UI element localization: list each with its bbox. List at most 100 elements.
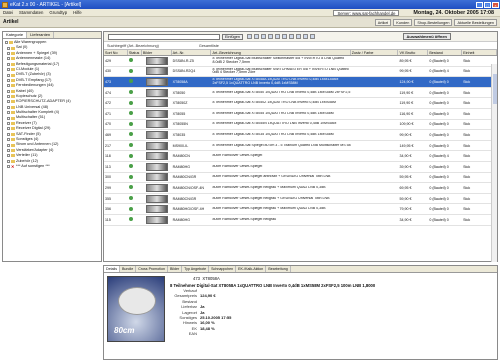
tab-kategorie[interactable]: Kategorie	[3, 32, 28, 38]
table-row[interactable]: 115 RAM80HG 80cm Ramcover Offset-Spiegel h…	[104, 215, 497, 226]
expand-icon[interactable]	[7, 100, 10, 104]
category-panel: Kategorie Lieferanten Alle Warengruppen S…	[2, 31, 102, 262]
table-scrollbar[interactable]	[491, 64, 497, 262]
insert-button[interactable]: Einfügen	[222, 33, 243, 40]
status-cell	[128, 132, 142, 137]
tab-lieferanten[interactable]: Lieferanten	[27, 32, 55, 38]
expand-icon[interactable]	[7, 73, 10, 77]
tab-schnappchen[interactable]: Schnappchen	[209, 266, 237, 272]
search-input[interactable]	[108, 33, 220, 40]
table-row[interactable]: 472 XT8050Z 8 Teilnehmer Digital-Sat XT805…	[104, 98, 497, 109]
expand-icon[interactable]	[7, 105, 10, 109]
filter-icon[interactable]	[289, 34, 294, 39]
expand-icon[interactable]	[7, 111, 10, 115]
col-header-nr[interactable]: Sort No	[104, 50, 128, 55]
print-icon[interactable]	[275, 34, 280, 39]
menu-grundtyp[interactable]: Grundtyp	[46, 10, 70, 15]
down-icon[interactable]	[310, 34, 315, 39]
tab-bearbeitung[interactable]: Bearbeitung	[266, 266, 291, 272]
menu-hilfe[interactable]: Hilfe	[70, 10, 85, 15]
table-row[interactable]: 470 XT8055N 8 Teilnehmer Digital-Sat XT805…	[104, 120, 497, 131]
col-header-vk[interactable]: VK Brutto	[398, 50, 429, 55]
image-cell	[142, 77, 172, 86]
expand-icon[interactable]	[7, 122, 10, 126]
detail-field: EAN	[170, 331, 495, 336]
table-row[interactable]: 430 DSS8N-R2Q4 8 Teilnehmer Digital-Sat Mu…	[104, 67, 497, 78]
table-row[interactable]: 471 XT8055 8 Teilnehmer Digital-Sat XT8055…	[104, 109, 497, 120]
tree-node[interactable]: ✕ *** Auf sonstigen ***	[3, 164, 101, 169]
status-icon	[128, 174, 133, 179]
table-row[interactable]: 355 RAM80CN/GR 80cm Ramcover Offset-Spiege…	[104, 194, 497, 205]
expand-icon[interactable]	[7, 46, 10, 50]
tab-details[interactable]: Details	[104, 266, 120, 272]
menu-datei[interactable]: Datei	[0, 10, 16, 15]
table-row[interactable]: 356 RAM80HG/OSF-4H 80cm Ramcover Offset-Sp…	[104, 204, 497, 215]
table-row[interactable]: 429 DSS8N-R-Z5 8 Teilnehmer Digital-Sat Mu…	[104, 56, 497, 67]
table-header: Sort No Status Bilder Art.-Nr. Art.-Beze…	[104, 49, 497, 56]
toolbar-shop-button[interactable]: Shop-Bestellungen	[414, 18, 453, 26]
toolbar-artikel-button[interactable]: Artikel	[374, 18, 392, 26]
price-cell: 99,95 €	[399, 69, 412, 74]
page-title: Artikel	[3, 19, 19, 25]
edit-icon[interactable]	[254, 34, 259, 39]
col-header-einheit[interactable]: Einheit	[462, 50, 497, 55]
minimize-button[interactable]: _	[476, 1, 483, 8]
expand-icon[interactable]	[5, 41, 8, 45]
expand-icon[interactable]	[7, 154, 10, 158]
table-row[interactable]: 469 XT8035 8 Teilnehmer Digital-Sat XT8035…	[104, 130, 497, 141]
tab-bilder[interactable]: Bilder	[168, 266, 183, 272]
table-row[interactable]: 474 XT8050 8 Teilnehmer Digital-Sat XT8050…	[104, 88, 497, 99]
copy-icon[interactable]	[261, 34, 266, 39]
tab-cross-promotion[interactable]: Cross Promotion	[136, 266, 168, 272]
expand-icon[interactable]	[7, 68, 10, 72]
table-row[interactable]: 473 XT8058A 8 Teilnehmer Digital-Sat XT805…	[104, 77, 497, 88]
delete-icon[interactable]	[268, 34, 273, 39]
col-header-bestand[interactable]: Bestand	[428, 50, 463, 55]
expand-icon[interactable]	[7, 51, 10, 55]
menu-stammdaten[interactable]: Stammdaten	[16, 10, 46, 15]
col-header-bilder[interactable]: Bilder	[142, 50, 172, 55]
table-row[interactable]: 113 RAM80HG 80cm Ramcover Offset-Spiegel 39…	[104, 162, 497, 173]
col-header-zusatz[interactable]: Zustz / Farbe	[351, 50, 399, 55]
tab-bundle[interactable]: Bundle	[120, 266, 137, 272]
export-icon[interactable]	[296, 34, 301, 39]
toolbar-kunden-button[interactable]: Kunden	[393, 18, 413, 26]
stock-cell: 0 (Bauteil) 0	[429, 185, 449, 190]
expand-icon[interactable]	[7, 159, 10, 163]
expand-icon[interactable]	[7, 89, 10, 93]
refresh-icon[interactable]	[282, 34, 287, 39]
expand-icon[interactable]	[7, 78, 10, 82]
product-thumbnail	[146, 109, 169, 118]
unit-cell: Stck	[463, 58, 471, 63]
maximize-button[interactable]: □	[484, 1, 491, 8]
expand-icon[interactable]	[7, 149, 10, 152]
col-header-status[interactable]: Status	[128, 50, 142, 55]
table-row[interactable]: 300 RAM80CN/GR 80cm Ramcover Offset-Spiege…	[104, 173, 497, 184]
col-header-artnr[interactable]: Art.-Nr.	[172, 50, 212, 55]
table-row[interactable]: 299 RAM80CN/OSF-4N 80cm Ramcover Offset-Sp…	[104, 183, 497, 194]
stock-cell: 0 (Bauteil) 0	[429, 58, 449, 63]
new-icon[interactable]	[247, 34, 252, 39]
expand-icon[interactable]	[7, 127, 10, 131]
expand-icon[interactable]	[7, 62, 10, 66]
expand-icon[interactable]	[7, 116, 10, 120]
tab-ek-kalk[interactable]: EK-/Kalk-Aktion	[236, 266, 267, 272]
expand-icon[interactable]	[7, 57, 10, 61]
expand-icon[interactable]	[7, 165, 10, 169]
table-row[interactable]: 217 MS900-IL 8 Teilnehmer Digital-Sat Spie…	[104, 141, 497, 152]
expand-icon[interactable]	[7, 143, 10, 147]
tab-typ-angebote[interactable]: Typ Angebote	[182, 266, 210, 272]
toolbar-bestellungen-button[interactable]: Aktuelle Bestellungen	[454, 18, 497, 26]
table-row[interactable]: 118 RAM80CN 80cm Ramcover Offset-Spiegel 34…	[104, 151, 497, 162]
scroll-thumb[interactable]	[493, 74, 497, 104]
expand-icon[interactable]	[7, 95, 10, 99]
expand-icon[interactable]	[7, 138, 10, 142]
description-cell: 80cm Ramcover Offset-Spiegel hellgrau	[212, 217, 277, 221]
up-icon[interactable]	[303, 34, 308, 39]
close-button[interactable]: ×	[492, 1, 499, 8]
expand-icon[interactable]	[7, 84, 10, 88]
product-thumbnail	[146, 88, 169, 97]
open-selection-button[interactable]: Auswahlmenü öffnen	[402, 33, 451, 40]
expand-icon[interactable]	[7, 132, 10, 136]
col-header-bezeichnung[interactable]: Art.-Bezeichnung	[211, 50, 351, 55]
